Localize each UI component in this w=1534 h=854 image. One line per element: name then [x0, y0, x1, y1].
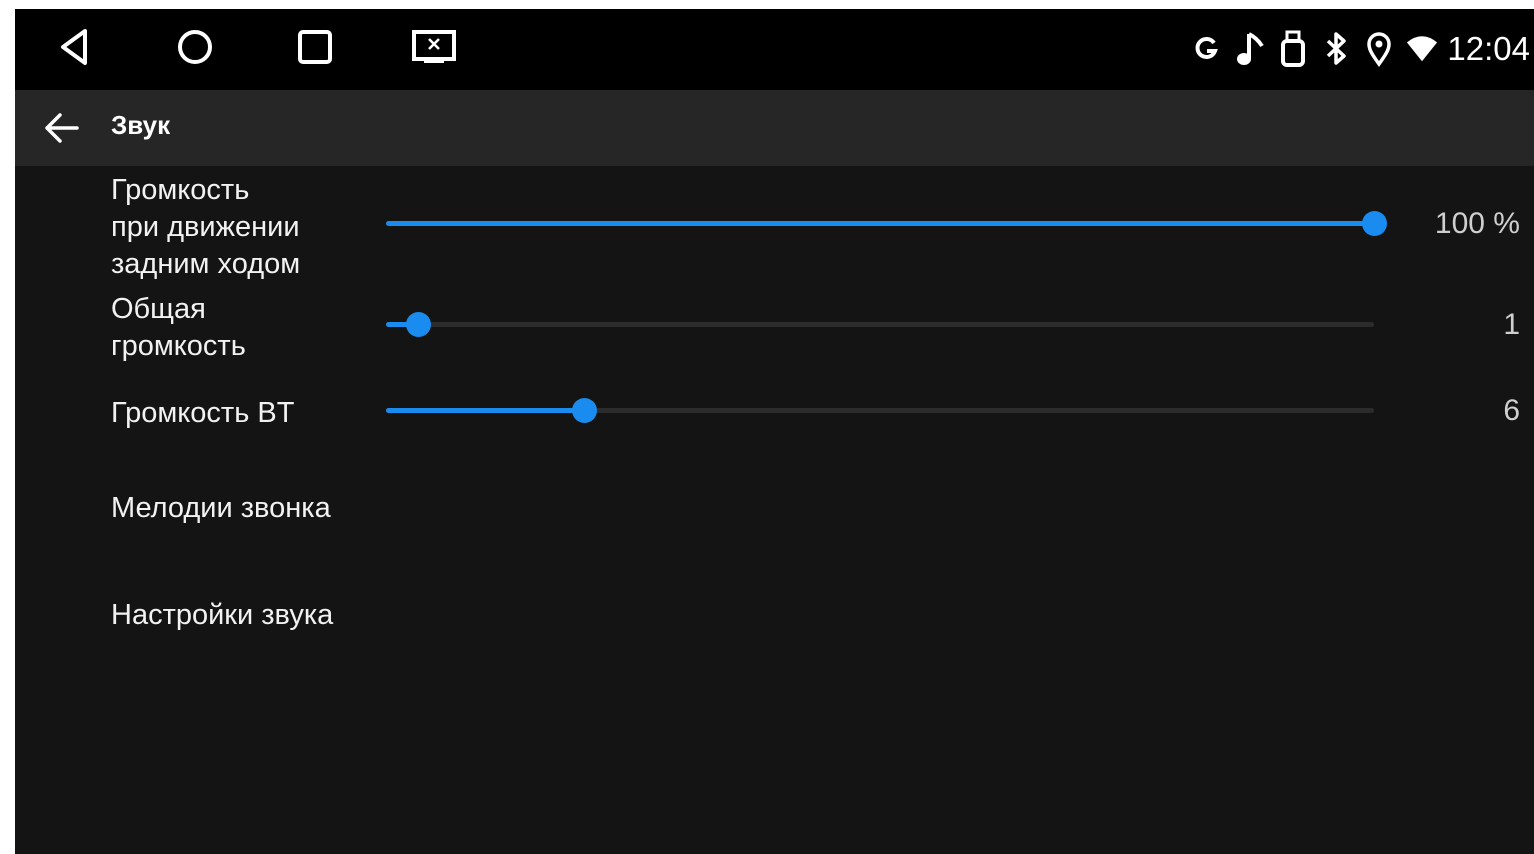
slider-thumb[interactable] — [405, 312, 431, 337]
reverse-volume-slider[interactable] — [386, 209, 1387, 239]
google-g-icon — [1190, 29, 1224, 69]
nav-recents-button[interactable] — [290, 25, 340, 69]
master-volume-label: Общая громкость — [111, 293, 246, 362]
ringtones-item[interactable]: Мелодии звонка — [111, 484, 331, 533]
slider-thumb[interactable] — [1362, 211, 1387, 236]
slider-fill — [386, 221, 1374, 226]
reverse-volume-value: 100 % — [1434, 207, 1520, 240]
bluetooth-icon — [1319, 29, 1353, 69]
master-volume-value: 1 — [1503, 308, 1520, 341]
nav-back-button[interactable] — [50, 25, 100, 69]
status-time: 12:04 — [1447, 30, 1530, 67]
triangle-back-icon — [61, 29, 87, 65]
status-icons: 12:04 — [1181, 27, 1530, 71]
music-note-icon — [1233, 29, 1267, 69]
status-bar: 12:04 — [15, 9, 1534, 90]
screen-mirror-icon — [412, 30, 456, 63]
slider-fill — [386, 408, 584, 413]
reverse-volume-label: Громкость при движении задним ходом — [111, 174, 301, 280]
sound-settings-item[interactable]: Настройки звука — [111, 591, 333, 640]
square-recents-icon — [298, 30, 332, 64]
wifi-icon — [1405, 29, 1439, 69]
arrow-left-icon — [45, 113, 79, 143]
location-pin-icon — [1362, 29, 1396, 69]
slider-track — [386, 322, 1374, 327]
app-bar: Звук — [15, 90, 1534, 166]
screen: 12:04 Звук Громкость при движении задним… — [15, 9, 1534, 854]
nav-home-button[interactable] — [170, 25, 220, 69]
master-volume-slider[interactable] — [386, 310, 1374, 340]
bt-volume-value: 6 — [1503, 394, 1520, 427]
page-title: Звук — [111, 110, 171, 140]
back-button[interactable] — [37, 104, 87, 152]
nav-screen-button[interactable] — [409, 25, 459, 69]
usb-icon — [1276, 29, 1310, 69]
slider-thumb[interactable] — [571, 398, 597, 423]
bt-volume-slider[interactable] — [386, 396, 1374, 426]
bt-volume-label: Громкость BT — [111, 397, 295, 429]
circle-home-icon — [178, 30, 212, 64]
